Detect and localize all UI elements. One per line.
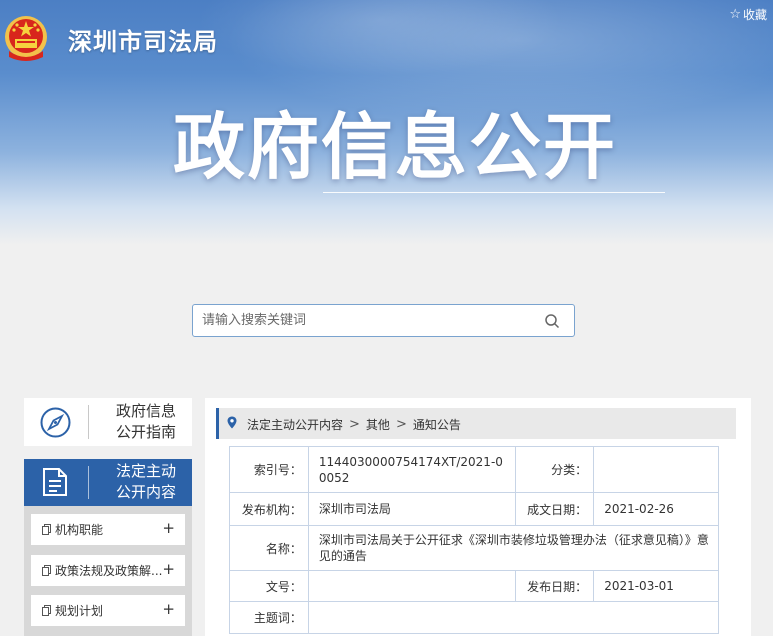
sidebar-subitem-label: 规划计划 [55, 604, 104, 618]
table-row: 名称： 深圳市司法局关于公开征求《深圳市装修垃圾管理办法（征求意见稿）》意见的通… [229, 525, 720, 571]
page-icon [42, 605, 51, 616]
document-info-table: 索引号： 1144030000754174XT/2021-00052 分类： 发… [229, 446, 720, 634]
expand-icon[interactable]: + [162, 600, 175, 618]
sidebar-guide-label: 政府信息 公开指南 [106, 401, 186, 443]
sidebar-guide-line2: 公开指南 [115, 423, 176, 441]
banner-divider [323, 192, 665, 193]
sidebar-active-line2: 公开内容 [115, 483, 176, 501]
star-icon: ☆ [729, 7, 741, 22]
favorite-button[interactable]: ☆ 收藏 [729, 6, 767, 23]
banner-title: 政府信息公开 [173, 105, 618, 189]
sidebar-subitem-policies[interactable]: 政策法规及政策解... + [31, 555, 185, 586]
table-row: 索引号： 1144030000754174XT/2021-00052 分类： [229, 446, 719, 493]
search-box [192, 304, 575, 337]
chevron-right-icon: > [395, 417, 407, 432]
sidebar-subitem-functions[interactable]: 机构职能 + [31, 514, 185, 545]
breadcrumb-item-other[interactable]: 其他 [366, 416, 390, 433]
subject-label: 主题词： [229, 601, 309, 634]
document-icon [43, 468, 67, 496]
published-date-label: 发布日期： [515, 570, 595, 602]
subject-value [307, 601, 720, 634]
sidebar-subitem-label: 政策法规及政策解... [55, 564, 163, 578]
created-date-value: 2021-02-26 [593, 492, 719, 526]
table-row: 发布机构： 深圳市司法局 成文日期： 2021-02-26 [229, 492, 719, 526]
page-icon [42, 565, 51, 576]
sidebar-guide-line1: 政府信息 [115, 402, 176, 420]
doc-number-label: 文号： [229, 570, 309, 602]
sidebar-active-label: 法定主动 公开内容 [106, 461, 186, 503]
breadcrumb: 法定主动公开内容 > 其他 > 通知公告 [216, 408, 736, 439]
sidebar-item-guide[interactable]: 政府信息 公开指南 [24, 398, 192, 446]
location-pin-icon [227, 416, 237, 429]
publisher-label: 发布机构： [229, 492, 309, 526]
published-date-value: 2021-03-01 [593, 570, 719, 602]
breadcrumb-path: 法定主动公开内容 > 其他 > 通知公告 [247, 416, 461, 433]
table-row: 主题词： [229, 601, 720, 634]
search-input[interactable] [202, 305, 532, 336]
name-label: 名称： [229, 525, 309, 571]
doc-number-value [307, 570, 517, 602]
sidebar-divider [88, 405, 89, 439]
breadcrumb-item-notice[interactable]: 通知公告 [413, 416, 461, 433]
sidebar-subitem-label: 机构职能 [55, 523, 104, 537]
breadcrumb-item-mandatory[interactable]: 法定主动公开内容 [247, 416, 343, 433]
compass-icon [40, 407, 71, 438]
sidebar-active-line1: 法定主动 [115, 462, 176, 480]
sidebar-submenu: 机构职能 + 政策法规及政策解... + 规划计划 + [24, 506, 192, 636]
sidebar-item-mandatory-disclosure[interactable]: 法定主动 公开内容 [24, 459, 192, 506]
expand-icon[interactable]: + [162, 560, 175, 578]
main-panel: 法定主动公开内容 > 其他 > 通知公告 索引号： 11440300007541… [205, 398, 751, 636]
sidebar-divider [88, 466, 89, 499]
created-date-label: 成文日期： [515, 492, 595, 526]
expand-icon[interactable]: + [162, 519, 175, 537]
header-banner: 深圳市司法局 ☆ 收藏 政府信息公开 [0, 0, 773, 245]
table-row: 文号： 发布日期： 2021-03-01 [229, 570, 719, 602]
org-name: 深圳市司法局 [68, 28, 218, 56]
search-icon[interactable] [544, 313, 560, 329]
national-emblem-icon [5, 16, 47, 61]
favorite-label: 收藏 [742, 8, 767, 22]
category-label: 分类： [515, 446, 595, 493]
index-label: 索引号： [229, 446, 309, 493]
publisher-value: 深圳市司法局 [307, 492, 517, 526]
page-icon [42, 524, 51, 535]
sidebar-subitem-plans[interactable]: 规划计划 + [31, 595, 185, 626]
chevron-right-icon: > [349, 417, 360, 432]
index-value: 1144030000754174XT/2021-00052 [307, 446, 517, 493]
name-value: 深圳市司法局关于公开征求《深圳市装修垃圾管理办法（征求意见稿）》意见的通告 [307, 525, 720, 571]
category-value [593, 446, 719, 493]
